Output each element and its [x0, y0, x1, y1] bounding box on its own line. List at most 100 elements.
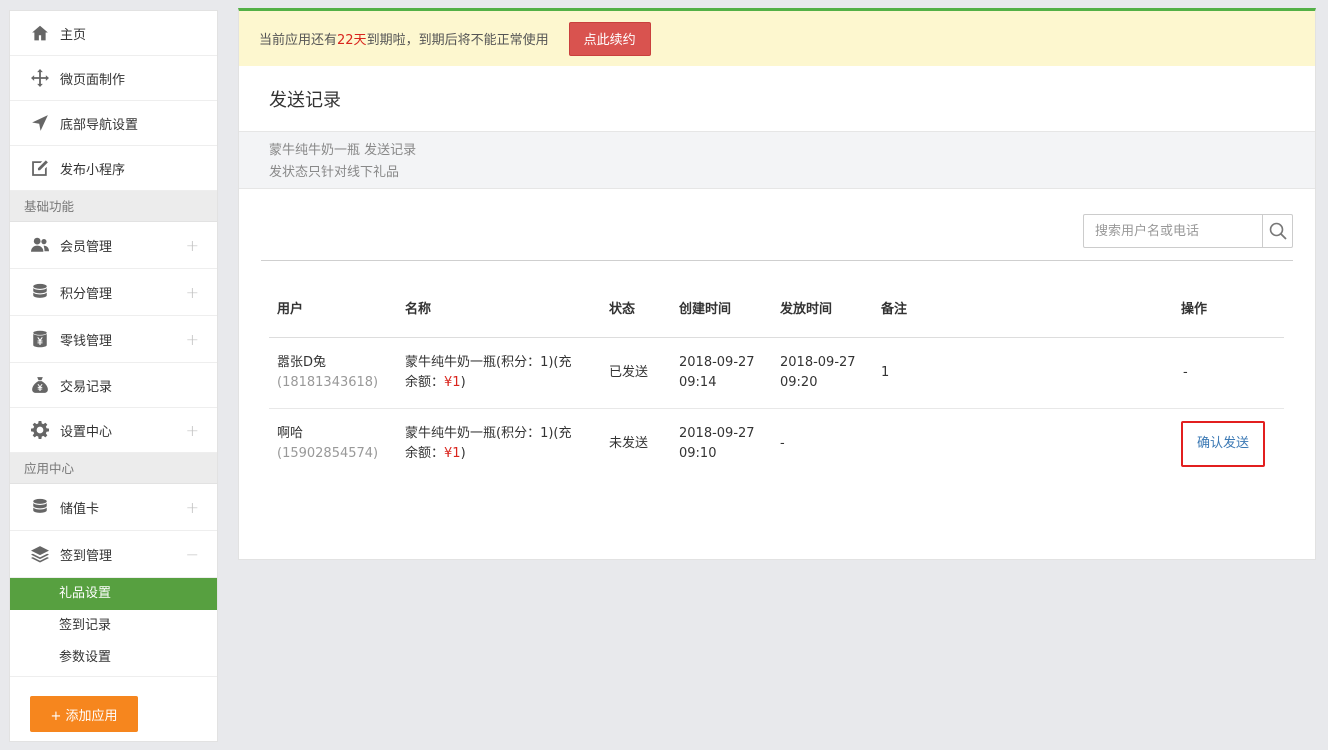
cell-created: 2018-09-27 09:10	[671, 408, 772, 479]
cell-created: 2018-09-27 09:14	[671, 337, 772, 409]
search-button[interactable]	[1262, 215, 1292, 247]
records-table: 用户 名称 状态 创建时间 发放时间 备注 操作 嚣张D兔 (181813436…	[269, 278, 1284, 479]
sent-date: -	[780, 435, 785, 451]
cell-user: 嚣张D兔 (18181343618)	[269, 337, 397, 409]
column-header-name: 名称	[397, 278, 601, 338]
expand-icon[interactable]: +	[186, 330, 199, 349]
cell-sent: -	[772, 408, 873, 479]
sidebar-item-bottom-nav[interactable]: 底部导航设置	[10, 101, 217, 146]
edit-icon	[30, 158, 50, 178]
user-name: 嚣张D兔	[277, 354, 327, 370]
users-icon	[30, 235, 50, 255]
sidebar-item-label: 主页	[60, 27, 87, 43]
sidebar-item-label: 交易记录	[60, 379, 113, 395]
user-phone: (15902854574)	[277, 445, 379, 461]
column-header-op: 操作	[1173, 278, 1284, 338]
database-icon	[30, 497, 50, 517]
sidebar-item-transactions[interactable]: 交易记录	[10, 363, 217, 408]
sent-date: 2018-09-27	[780, 354, 856, 370]
sidebar-subitem-parameter-settings[interactable]: 参数设置	[10, 642, 217, 674]
section-title-apps: 应用中心	[10, 453, 217, 484]
checkin-submenu: 礼品设置 签到记录 参数设置	[10, 578, 217, 677]
info-line-title: 蒙牛纯牛奶一瓶 发送记录	[269, 143, 417, 158]
search-icon	[1269, 222, 1287, 240]
cell-sent: 2018-09-27 09:20	[772, 337, 873, 409]
search-box	[1083, 214, 1293, 248]
sidebar-item-label: 零钱管理	[60, 333, 113, 349]
column-header-user: 用户	[269, 278, 397, 338]
gift-balance-label: 余额：	[405, 445, 445, 461]
table-row: 嚣张D兔 (18181343618) 蒙牛纯牛奶一瓶(积分：1)(充 余额：¥1…	[269, 337, 1284, 409]
sidebar-item-home[interactable]: 主页	[10, 11, 217, 56]
gear-icon	[30, 420, 50, 440]
expand-icon[interactable]: +	[186, 421, 199, 440]
cell-name: 蒙牛纯牛奶一瓶(积分：1)(充 余额：¥1)	[397, 408, 601, 479]
sidebar-subitem-checkin-records[interactable]: 签到记录	[10, 610, 217, 642]
sidebar-item-label: 会员管理	[60, 239, 113, 255]
cell-op: -	[1173, 337, 1284, 409]
gift-name: 蒙牛纯牛奶一瓶(积分：1)(充	[405, 354, 572, 370]
expand-icon[interactable]: +	[186, 283, 199, 302]
table-header-row: 用户 名称 状态 创建时间 发放时间 备注 操作	[269, 278, 1284, 338]
database-icon	[30, 282, 50, 302]
sidebar-item-label: 发布小程序	[60, 162, 126, 178]
column-header-remark: 备注	[873, 278, 1173, 338]
sidebar-item-stored-value-card[interactable]: 储值卡 +	[10, 484, 217, 531]
user-name: 啊哈	[277, 425, 304, 441]
created-date: 2018-09-27	[679, 425, 755, 441]
sidebar-item-publish[interactable]: 发布小程序	[10, 146, 217, 191]
sidebar-item-label: 签到管理	[60, 548, 113, 564]
sidebar-subitem-gift-settings[interactable]: 礼品设置	[10, 578, 217, 610]
layers-icon	[30, 544, 50, 564]
notice-days: 22天	[337, 33, 367, 48]
navigation-arrow-icon	[30, 113, 50, 133]
sidebar-item-label: 积分管理	[60, 286, 113, 302]
move-icon	[30, 68, 50, 88]
sidebar-item-settings[interactable]: 设置中心 +	[10, 408, 217, 453]
section-title-basic: 基础功能	[10, 191, 217, 222]
column-header-created: 创建时间	[671, 278, 772, 338]
gift-name-suffix: )	[460, 445, 466, 461]
confirm-send-button[interactable]: 确认发送	[1181, 420, 1266, 467]
created-date: 2018-09-27	[679, 354, 755, 370]
sidebar-item-label: 设置中心	[60, 424, 113, 440]
notice-suffix: 到期啦，到期后将不能正常使用	[366, 33, 549, 48]
cell-name: 蒙牛纯牛奶一瓶(积分：1)(充 余额：¥1)	[397, 337, 601, 409]
gift-balance-label: 余额：	[405, 374, 445, 390]
gift-name: 蒙牛纯牛奶一瓶(积分：1)(充	[405, 425, 572, 441]
sidebar-item-checkin[interactable]: 签到管理 −	[10, 531, 217, 578]
expiry-notice: 当前应用还有 22天 到期啦，到期后将不能正常使用 点此续约	[239, 11, 1315, 66]
sidebar-item-page-builder[interactable]: 微页面制作	[10, 56, 217, 101]
collapse-icon[interactable]: −	[186, 545, 199, 564]
cell-user: 啊哈 (15902854574)	[269, 408, 397, 479]
add-app-button[interactable]: + 添加应用	[30, 696, 138, 732]
notice-prefix: 当前应用还有	[259, 33, 338, 48]
renew-button[interactable]: 点此续约	[568, 21, 651, 56]
expand-icon[interactable]: +	[186, 236, 199, 255]
expand-icon[interactable]: +	[186, 498, 199, 517]
sidebar-item-label: 储值卡	[60, 501, 100, 517]
user-phone: (18181343618)	[277, 374, 379, 390]
created-time: 09:14	[679, 374, 717, 390]
gift-price: ¥1	[444, 445, 461, 461]
column-header-sent: 发放时间	[772, 278, 873, 338]
sidebar: 主页 微页面制作 底部导航设置 发布小程序 基础功能 会员管理 + 积分管理 +…	[9, 10, 218, 742]
column-header-status: 状态	[601, 278, 671, 338]
sidebar-item-wallet[interactable]: 零钱管理 +	[10, 316, 217, 363]
search-input[interactable]	[1084, 215, 1262, 247]
gift-name-suffix: )	[460, 374, 466, 390]
created-time: 09:10	[679, 445, 717, 461]
sidebar-item-points[interactable]: 积分管理 +	[10, 269, 217, 316]
sidebar-item-label: 底部导航设置	[60, 117, 139, 133]
cell-op: 确认发送	[1173, 408, 1284, 479]
sidebar-item-members[interactable]: 会员管理 +	[10, 222, 217, 269]
sidebar-item-label: 微页面制作	[60, 72, 126, 88]
yen-cylinder-icon	[30, 329, 50, 349]
search-row	[239, 189, 1315, 261]
home-icon	[30, 23, 50, 43]
divider	[261, 260, 1293, 261]
cell-status: 已发送	[601, 337, 671, 409]
table-row: 啊哈 (15902854574) 蒙牛纯牛奶一瓶(积分：1)(充 余额：¥1) …	[269, 408, 1284, 479]
info-box: 蒙牛纯牛奶一瓶 发送记录 发状态只针对线下礼品	[239, 131, 1315, 189]
cell-remark	[873, 408, 1173, 479]
